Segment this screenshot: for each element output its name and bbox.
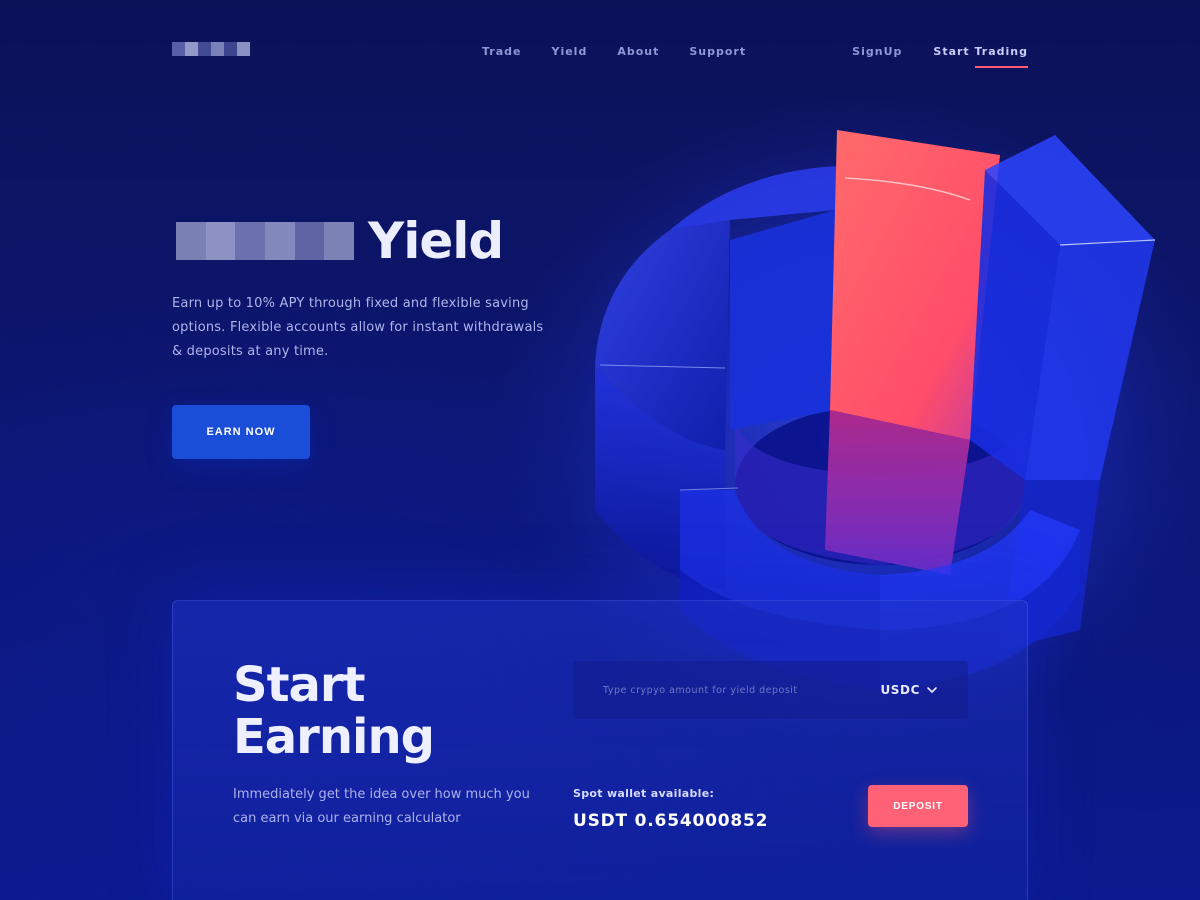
calculator-title-line2: Earning <box>233 709 435 765</box>
hero-title: Yield <box>176 212 504 270</box>
logo[interactable] <box>172 42 250 56</box>
auth-nav: SignUp Start Trading <box>852 45 1028 68</box>
deposit-button[interactable]: DEPOSIT <box>868 785 968 827</box>
calculator-title-line1: Start <box>233 657 366 713</box>
nav-item-trade[interactable]: Trade <box>482 45 521 58</box>
nav-item-support[interactable]: Support <box>689 45 746 58</box>
earning-calculator-card: Start Earning Immediately get the idea o… <box>172 600 1028 900</box>
hero-description: Earn up to 10% APY through fixed and fle… <box>172 296 544 359</box>
main-nav: Trade Yield About Support <box>482 45 746 58</box>
calculator-description: Immediately get the idea over how much y… <box>233 787 530 826</box>
hero-heading: Yield <box>368 212 504 270</box>
brand-name-redacted <box>176 222 355 260</box>
calculator-title: Start Earning <box>233 657 435 765</box>
earn-now-button[interactable]: EARN NOW <box>172 405 310 459</box>
nav-item-yield[interactable]: Yield <box>551 45 587 58</box>
start-trading-link[interactable]: Start Trading <box>933 45 1028 68</box>
amount-input[interactable] <box>603 661 863 719</box>
wallet-label: Spot wallet available: <box>573 787 715 800</box>
currency-select[interactable]: USDC <box>880 661 938 719</box>
amount-input-group: USDC <box>573 661 968 719</box>
wallet-balance: USDT 0.654000852 <box>573 811 769 831</box>
currency-label: USDC <box>880 683 920 697</box>
nav-item-about[interactable]: About <box>617 45 659 58</box>
signup-link[interactable]: SignUp <box>852 45 902 58</box>
chevron-down-icon <box>927 687 937 693</box>
